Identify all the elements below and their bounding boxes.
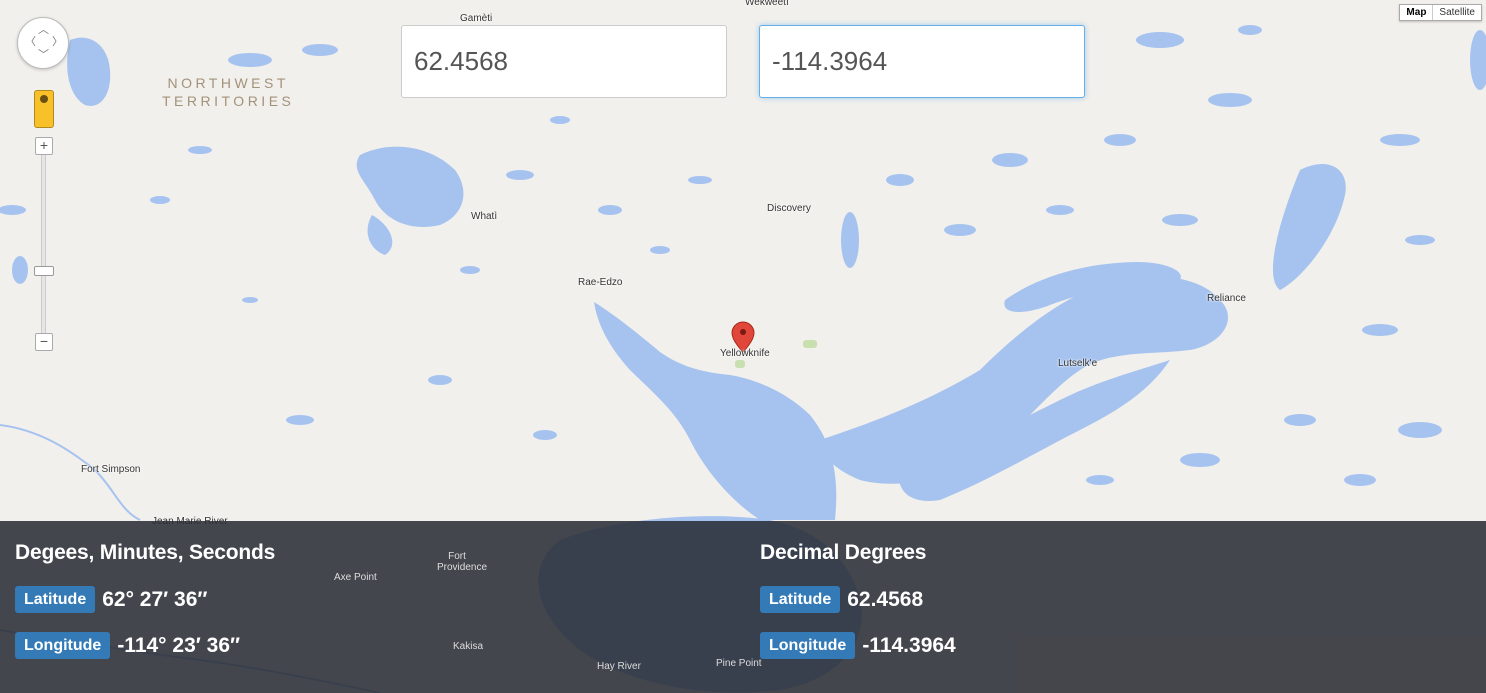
map-type-satellite-button[interactable]: Satellite <box>1432 5 1481 20</box>
pan-down-icon[interactable]: ﹀ <box>38 50 49 61</box>
decimal-longitude-value: -114.3964 <box>862 633 956 657</box>
place-label: Hay River <box>597 661 641 672</box>
place-label: Gamèti <box>460 13 493 24</box>
pan-left-icon[interactable]: 〈 <box>25 37 36 48</box>
pan-up-icon[interactable]: ︿ <box>38 25 49 36</box>
map-type-control: Map Satellite <box>1399 4 1482 21</box>
place-label: Yellowknife <box>720 348 770 359</box>
zoom-slider-track[interactable] <box>41 150 46 340</box>
dms-title: Degees, Minutes, Seconds <box>15 541 276 564</box>
coordinates-panel: Fort Providence Axe Point Kakisa Hay Riv… <box>0 521 1486 693</box>
longitude-badge: Longitude <box>760 632 856 659</box>
latitude-input[interactable] <box>401 25 727 98</box>
street-view-pegman-icon[interactable] <box>34 90 54 128</box>
zoom-out-button[interactable]: − <box>35 333 53 351</box>
region-label: NORTHWEST TERRITORIES <box>162 75 295 109</box>
place-label: Reliance <box>1207 293 1246 304</box>
place-label: Kakisa <box>453 641 484 652</box>
latitude-badge: Latitude <box>760 586 841 613</box>
place-label: Whatì <box>471 211 498 222</box>
decimal-longitude-row: Longitude -114.3964 <box>760 632 956 659</box>
zoom-in-button[interactable]: + <box>35 137 53 155</box>
zoom-slider-handle[interactable] <box>34 266 54 276</box>
decimal-latitude-row: Latitude 62.4568 <box>760 586 923 613</box>
place-label: Lutselk'e <box>1058 358 1098 369</box>
longitude-badge: Longitude <box>15 632 111 659</box>
latitude-badge: Latitude <box>15 586 96 613</box>
dms-latitude-row: Latitude 62° 27′ 36″ <box>15 586 207 613</box>
place-label: Fort Providence <box>437 551 488 573</box>
decimal-section: Decimal Degrees Latitude 62.4568 Longitu… <box>760 541 956 659</box>
place-label: Rae-Edzo <box>578 277 623 288</box>
longitude-input[interactable] <box>759 25 1085 98</box>
pan-right-icon[interactable]: 〉 <box>52 37 63 48</box>
place-label: Axe Point <box>334 572 377 583</box>
place-label: Fort Simpson <box>81 464 141 475</box>
place-label: Wekweètì <box>745 0 789 8</box>
map-type-map-button[interactable]: Map <box>1400 5 1432 20</box>
dms-longitude-value: -114° 23′ 36″ <box>117 633 241 657</box>
place-label: Discovery <box>767 203 811 214</box>
decimal-latitude-value: 62.4568 <box>847 587 924 611</box>
dms-section: Degees, Minutes, Seconds Latitude 62° 27… <box>15 541 276 659</box>
dms-latitude-value: 62° 27′ 36″ <box>102 587 208 611</box>
decimal-title: Decimal Degrees <box>760 541 927 564</box>
pan-control[interactable]: ︿ ﹀ 〈 〉 <box>17 17 69 69</box>
dms-longitude-row: Longitude -114° 23′ 36″ <box>15 632 240 659</box>
place-label: Pine Point <box>716 658 762 669</box>
